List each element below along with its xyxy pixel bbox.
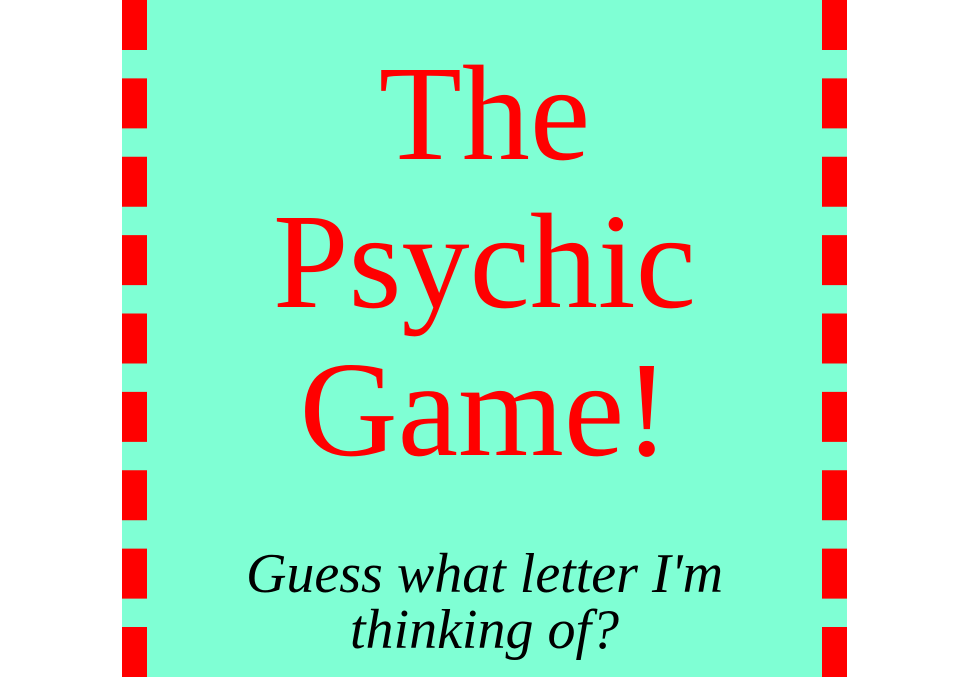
game-title: The Psychic Game! xyxy=(147,0,822,484)
game-title-line: Psychic xyxy=(272,187,697,337)
game-panel: The Psychic Game! Guess what letter I'm … xyxy=(122,0,847,677)
page: The Psychic Game! Guess what letter I'm … xyxy=(0,0,970,677)
game-title-line: Game! xyxy=(299,335,670,485)
game-instructions: Guess what letter I'm thinking of? xyxy=(245,543,724,661)
game-title-line: The xyxy=(378,39,591,189)
